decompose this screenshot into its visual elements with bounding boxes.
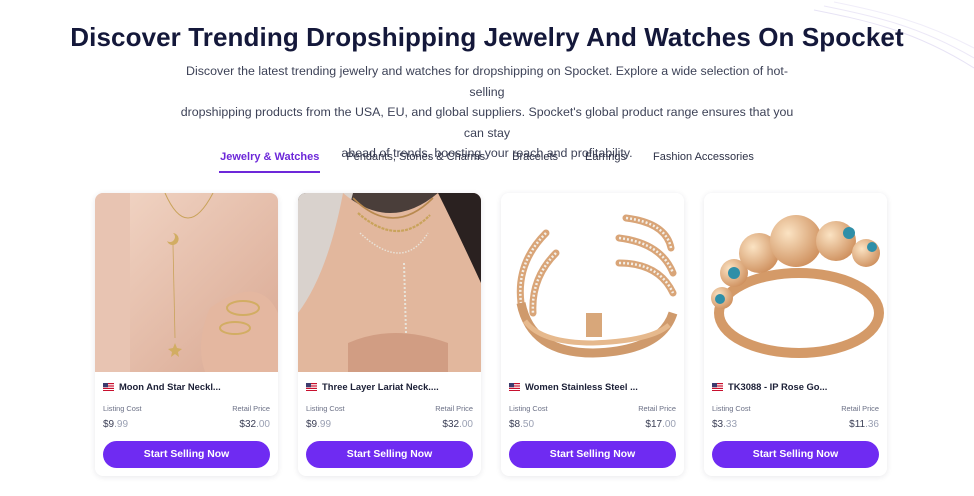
listing-cost-label: Listing Cost — [103, 404, 142, 413]
tab-earrings[interactable]: Earrings — [585, 150, 626, 174]
price-cents: .00 — [662, 419, 676, 430]
listing-cost-value: $3.33 — [712, 419, 737, 430]
product-grid: Moon And Star Neckl... Listing Cost Reta… — [95, 193, 887, 476]
price-whole: $3 — [712, 419, 724, 430]
page-subtitle: Discover the latest trending jewelry and… — [170, 61, 804, 164]
retail-price-value: $17.00 — [645, 419, 676, 430]
listing-cost-label: Listing Cost — [509, 404, 548, 413]
layered-lariat-necklace-photo[interactable] — [298, 193, 481, 372]
product-name-row: Three Layer Lariat Neck.... — [306, 381, 473, 392]
listing-cost-value: $9.99 — [103, 419, 128, 430]
tab-bracelets[interactable]: Bracelets — [512, 150, 558, 174]
us-flag-icon — [712, 382, 723, 391]
product-card[interactable]: Three Layer Lariat Neck.... Listing Cost… — [298, 193, 481, 476]
product-name[interactable]: Three Layer Lariat Neck.... — [322, 381, 439, 392]
retail-price-value: $32.00 — [442, 419, 473, 430]
us-flag-icon — [103, 382, 114, 391]
listing-cost-value: $9.99 — [306, 419, 331, 430]
product-name[interactable]: TK3088 - IP Rose Go... — [728, 381, 827, 392]
category-tabs: Jewelry & Watches Pendants, Stones & Cha… — [0, 150, 974, 174]
product-name-row: TK3088 - IP Rose Go... — [712, 381, 879, 392]
page-title: Discover Trending Dropshipping Jewelry A… — [70, 22, 904, 52]
start-selling-button[interactable]: Start Selling Now — [103, 441, 270, 468]
price-cents: .99 — [114, 419, 129, 430]
price-cents: .50 — [520, 419, 535, 430]
price-whole: $8 — [509, 419, 521, 430]
start-selling-button[interactable]: Start Selling Now — [306, 441, 473, 468]
product-card[interactable]: Moon And Star Neckl... Listing Cost Reta… — [95, 193, 278, 476]
price-whole: $11 — [849, 419, 866, 430]
price-cents: .00 — [459, 419, 473, 430]
listing-cost-label: Listing Cost — [712, 404, 751, 413]
price-whole: $32 — [442, 419, 460, 430]
retail-price-label: Retail Price — [841, 404, 879, 413]
crystal-wrap-ring-photo[interactable] — [501, 193, 684, 372]
price-cents: .99 — [317, 419, 332, 430]
us-flag-icon — [306, 382, 317, 391]
product-name[interactable]: Women Stainless Steel ... — [525, 381, 638, 392]
listing-cost-value: $8.50 — [509, 419, 534, 430]
product-name[interactable]: Moon And Star Neckl... — [119, 381, 221, 392]
tab-pendants-stones-charms[interactable]: Pendants, Stones & Charms — [346, 150, 485, 174]
product-name-row: Moon And Star Neckl... — [103, 381, 270, 392]
price-whole: $9 — [306, 419, 318, 430]
price-whole: $9 — [103, 419, 115, 430]
retail-price-label: Retail Price — [232, 404, 270, 413]
start-selling-button[interactable]: Start Selling Now — [712, 441, 879, 468]
product-card[interactable]: TK3088 - IP Rose Go... Listing Cost Reta… — [704, 193, 887, 476]
subtitle-line: dropshipping products from the USA, EU, … — [180, 105, 794, 140]
price-whole: $17 — [645, 419, 663, 430]
subtitle-line: Discover the latest trending jewelry and… — [186, 64, 788, 99]
retail-price-value: $32.00 — [239, 419, 270, 430]
us-flag-icon — [509, 382, 520, 391]
tab-fashion-accessories[interactable]: Fashion Accessories — [653, 150, 754, 174]
price-cents: .36 — [865, 419, 879, 430]
price-whole: $32 — [239, 419, 257, 430]
rose-gold-bead-ring-photo[interactable] — [704, 193, 887, 372]
product-name-row: Women Stainless Steel ... — [509, 381, 676, 392]
retail-price-value: $11.36 — [849, 419, 879, 430]
product-card[interactable]: Women Stainless Steel ... Listing Cost R… — [501, 193, 684, 476]
price-cents: .33 — [723, 419, 738, 430]
tab-jewelry-watches[interactable]: Jewelry & Watches — [219, 150, 321, 174]
retail-price-label: Retail Price — [435, 404, 473, 413]
start-selling-button[interactable]: Start Selling Now — [509, 441, 676, 468]
listing-cost-label: Listing Cost — [306, 404, 345, 413]
price-cents: .00 — [256, 419, 270, 430]
retail-price-label: Retail Price — [638, 404, 676, 413]
moon-star-necklace-photo[interactable] — [95, 193, 278, 372]
